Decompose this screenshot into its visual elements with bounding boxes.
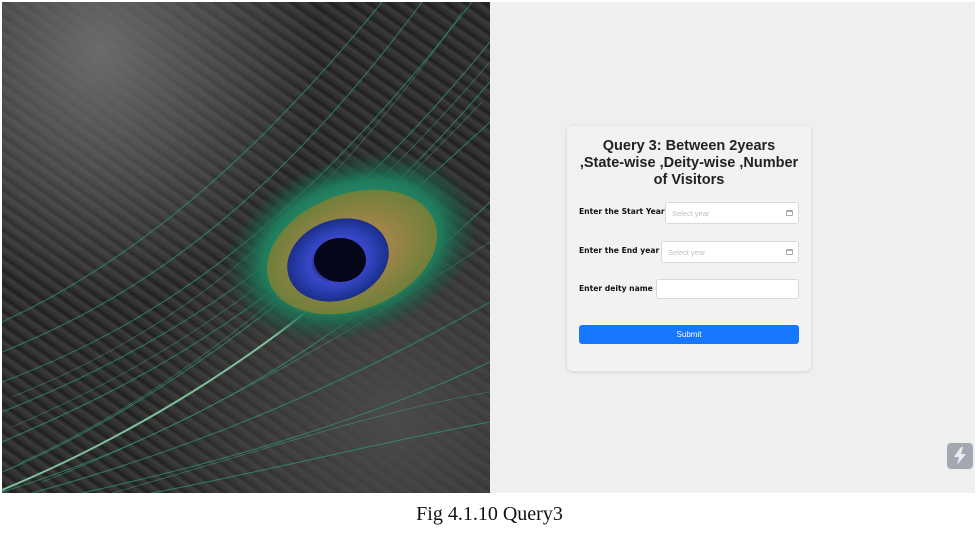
query-form-card: Query 3: Between 2years ,State-wise ,Dei… bbox=[567, 126, 811, 371]
form-panel: Query 3: Between 2years ,State-wise ,Dei… bbox=[490, 2, 975, 493]
figure-caption: Fig 4.1.10 Query3 bbox=[416, 503, 563, 525]
end-year-input[interactable] bbox=[662, 242, 798, 263]
deity-input[interactable] bbox=[657, 281, 798, 300]
end-year-picker[interactable] bbox=[661, 241, 799, 263]
end-year-row: Enter the End year : bbox=[579, 241, 799, 263]
app-screenshot: Query 3: Between 2years ,State-wise ,Dei… bbox=[2, 2, 975, 493]
deity-row: Enter deity name : bbox=[579, 279, 799, 301]
peacock-feather-illustration bbox=[2, 2, 490, 493]
deity-label: Enter deity name : bbox=[579, 284, 659, 293]
start-year-row: Enter the Start Year : bbox=[579, 202, 799, 224]
start-year-input[interactable] bbox=[666, 203, 798, 224]
deity-field[interactable] bbox=[656, 279, 799, 300]
end-year-label: Enter the End year : bbox=[579, 246, 665, 255]
calendar-icon[interactable] bbox=[786, 210, 793, 216]
floating-action-button[interactable] bbox=[947, 443, 973, 469]
start-year-picker[interactable] bbox=[665, 202, 799, 224]
submit-button[interactable]: Submit bbox=[579, 325, 799, 344]
form-title: Query 3: Between 2years ,State-wise ,Dei… bbox=[579, 138, 799, 188]
peacock-feather-image bbox=[2, 2, 490, 493]
calendar-icon[interactable] bbox=[786, 249, 793, 255]
lightning-icon bbox=[954, 447, 966, 465]
start-year-label: Enter the Start Year : bbox=[579, 207, 671, 216]
